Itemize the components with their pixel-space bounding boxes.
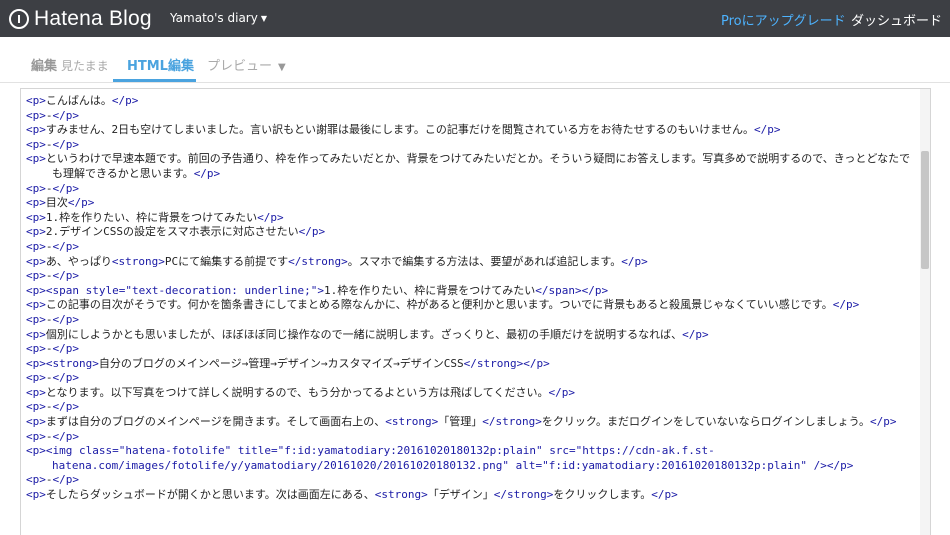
- code-line[interactable]: <p>そしたらダッシュボードが開くかと思います。次は画面左にある、<strong…: [26, 488, 916, 503]
- code-line[interactable]: <p>目次</p>: [26, 196, 916, 211]
- tab-preview[interactable]: プレビュー ▼: [207, 55, 286, 74]
- code-line[interactable]: <p>-</p>: [26, 240, 916, 255]
- code-line[interactable]: <p>-</p>: [26, 138, 916, 153]
- chevron-down-icon: ▼: [278, 62, 286, 73]
- code-line[interactable]: <p><strong>自分のブログのメインページ→管理→デザイン→カスタマイズ→…: [26, 357, 916, 372]
- code-line[interactable]: <p>-</p>: [26, 313, 916, 328]
- blog-selector[interactable]: Yamato's diary ▼: [170, 11, 267, 25]
- code-line[interactable]: <p>まずは自分のブログのメインページを開きます。そして画面右上の、<stron…: [26, 415, 916, 430]
- hatena-blog-logo[interactable]: Hatena Blog: [9, 7, 152, 31]
- caret-down-icon: ▼: [260, 13, 267, 23]
- code-line[interactable]: <p>-</p>: [26, 473, 916, 488]
- code-line[interactable]: <p>2.デザインCSSの設定をスマホ表示に対応させたい</p>: [26, 225, 916, 240]
- tab-wysiwyg[interactable]: 編集 見たまま: [31, 55, 109, 74]
- dashboard-link[interactable]: ダッシュボード: [851, 10, 942, 29]
- code-line[interactable]: <p>すみません、2日も空けてしまいました。言い訳もとい謝罪は最後にします。この…: [26, 123, 916, 138]
- tab-wysiwyg-sub: 見たまま: [61, 59, 109, 73]
- code-line[interactable]: <p>この記事の目次がそうです。何かを箇条書きにしてまとめる際なんかに、枠がある…: [26, 298, 916, 313]
- code-line[interactable]: <p><img class="hatena-fotolife" title="f…: [26, 444, 916, 473]
- code-line[interactable]: <p>-</p>: [26, 400, 916, 415]
- blog-name-label: Yamato's diary: [170, 11, 258, 25]
- html-editor[interactable]: <p>こんばんは。</p> <p>-</p> <p>すみません、2日も空けてしまいま…: [20, 88, 931, 535]
- tab-wysiwyg-label: 編集: [31, 59, 58, 74]
- active-tab-indicator: [113, 79, 196, 82]
- top-bar: Hatena Blog Yamato's diary ▼ Proにアップグレード…: [0, 0, 950, 37]
- tab-preview-label: プレビュー: [207, 59, 273, 74]
- logo-text: Hatena Blog: [34, 7, 152, 30]
- code-line[interactable]: <p>-</p>: [26, 342, 916, 357]
- code-line[interactable]: <p>個別にしようかとも思いましたが、ほぼほぼ同じ操作なので一緒に説明します。ざ…: [26, 328, 916, 343]
- editor-lines: <p>こんばんは。</p> <p>-</p> <p>すみません、2日も空けてしまいま…: [26, 94, 916, 503]
- code-line[interactable]: <p>1.枠を作りたい、枠に背景をつけてみたい</p>: [26, 211, 916, 226]
- hatena-logo-icon: [9, 9, 29, 29]
- code-line[interactable]: <p>こんばんは。</p>: [26, 94, 916, 109]
- tab-html-label: HTML編集: [127, 59, 194, 74]
- scrollbar-thumb[interactable]: [921, 151, 929, 269]
- code-line[interactable]: <p>というわけで早速本題です。前回の予告通り、枠を作ってみたいだとか、背景をつ…: [26, 152, 916, 181]
- code-line[interactable]: <p>-</p>: [26, 182, 916, 197]
- tab-html[interactable]: HTML編集: [127, 55, 194, 74]
- code-line[interactable]: <p>-</p>: [26, 109, 916, 124]
- code-line[interactable]: <p><span style="text-decoration: underli…: [26, 284, 916, 299]
- code-line[interactable]: <p>-</p>: [26, 430, 916, 445]
- code-line[interactable]: <p>-</p>: [26, 371, 916, 386]
- code-line[interactable]: <p>あ、やっぱり<strong>PCにて編集する前提です</strong>。ス…: [26, 255, 916, 270]
- code-line[interactable]: <p>-</p>: [26, 269, 916, 284]
- editor-mode-tabs: 編集 見たまま HTML編集 プレビュー ▼: [0, 37, 950, 83]
- pro-upgrade-link[interactable]: Proにアップグレード: [721, 10, 846, 29]
- editor-scrollbar[interactable]: [920, 89, 930, 535]
- code-line[interactable]: <p>となります。以下写真をつけて詳しく説明するので、もう分かってるよという方は…: [26, 386, 916, 401]
